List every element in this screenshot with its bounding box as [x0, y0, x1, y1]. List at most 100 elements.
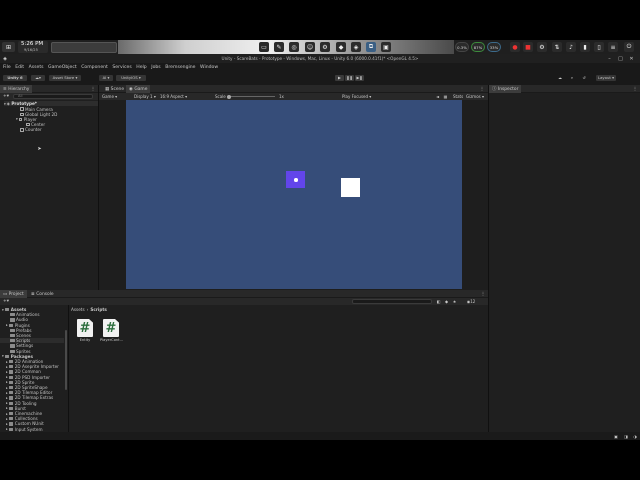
taskbar-wallpaper-strip	[118, 40, 454, 54]
package-row[interactable]: ▸ Input System	[6, 427, 43, 432]
breadcrumb-assets[interactable]: Assets	[71, 307, 85, 312]
memory-badge[interactable]: 87%	[471, 42, 485, 52]
hierarchy-item[interactable]: Counter	[20, 127, 42, 132]
status-icon[interactable]: ◨	[623, 433, 629, 439]
folder-icon	[10, 334, 15, 338]
step-button[interactable]: ▶❚	[355, 75, 364, 81]
menu-services[interactable]: Services	[112, 65, 131, 71]
aspect-dropdown[interactable]: 16:9 Aspect ▾	[160, 94, 187, 99]
menu-gameobject[interactable]: GameObject	[48, 65, 77, 71]
play-focused-dropdown[interactable]: Play Focused ▾	[342, 94, 371, 99]
menu-edit[interactable]: Edit	[15, 65, 24, 71]
menu-help[interactable]: Help	[136, 65, 146, 71]
tab-console[interactable]: ≣ Console	[28, 290, 57, 298]
gameobject-icon	[20, 128, 24, 132]
console-icon: ≣	[31, 291, 35, 297]
status-icon[interactable]: ▣	[613, 433, 619, 439]
breadcrumb: Assets › Scripts	[69, 305, 488, 313]
hierarchy-search-input[interactable]: All	[13, 94, 93, 99]
tab-game[interactable]: ◉ Game	[126, 85, 151, 93]
battery-icon[interactable]: ▮	[580, 42, 590, 52]
tab-project[interactable]: ▭ Project	[0, 290, 27, 298]
notification-icon[interactable]: ▯	[594, 42, 604, 52]
gameobject-icon	[20, 107, 24, 111]
shortcut-icon[interactable]: ▦	[443, 94, 448, 99]
menu-file[interactable]: File	[3, 65, 11, 71]
stats-button[interactable]: Stats	[453, 94, 463, 99]
scale-slider-track[interactable]	[227, 96, 275, 97]
browser-icon[interactable]: ◎	[289, 42, 299, 52]
script-asset[interactable]: # PlayerCont...	[100, 319, 123, 345]
maximize-icon[interactable]: □	[617, 55, 624, 62]
volume-icon[interactable]: ♪	[566, 42, 576, 52]
pause-button[interactable]: ❚❚	[345, 75, 354, 81]
scene-root-row[interactable]: ▾ ◈ Prototype*	[4, 101, 98, 107]
stop-record-icon[interactable]: ■	[523, 42, 533, 52]
kebab-menu-icon[interactable]: ⋮	[480, 291, 486, 297]
ai-button[interactable]: AI ▾	[99, 75, 113, 81]
filter-label-icon[interactable]: ◆	[444, 299, 449, 304]
tree-scrollbar[interactable]	[65, 330, 67, 390]
unity-hub-icon[interactable]: ◆	[336, 42, 346, 52]
menu-bremsengine[interactable]: Bremsengine	[165, 65, 195, 71]
editor-icon[interactable]: ⧉	[366, 42, 376, 52]
settings-icon[interactable]: ⚙	[537, 42, 547, 52]
account-button[interactable]: Unity 6	[3, 75, 27, 81]
gameobject-icon	[18, 117, 23, 122]
favorite-icon[interactable]: ★	[452, 299, 457, 304]
asset-store-button[interactable]: Asset Store ▾	[49, 75, 81, 81]
menu-icon[interactable]: ≡	[608, 42, 618, 52]
add-icon[interactable]: +▾	[2, 94, 10, 99]
tab-inspector[interactable]: ⓘ Inspector	[489, 85, 522, 93]
folder-icon: ▭	[3, 291, 8, 297]
disk-badge[interactable]: 33%	[487, 42, 501, 52]
scene-icon: ▦	[105, 86, 110, 92]
platform-button[interactable]: UnityIOS ▾	[116, 75, 146, 81]
record-icon[interactable]: ●	[510, 42, 520, 52]
menu-jobs[interactable]: Jobs	[151, 65, 160, 71]
terminal-icon[interactable]: ▣	[381, 42, 391, 52]
collab-icon[interactable]: ☁	[556, 75, 564, 81]
power-icon[interactable]: ⏻	[624, 42, 634, 52]
visibility-icon[interactable]: ◉12	[466, 299, 476, 304]
pen-icon[interactable]: ✎	[274, 42, 284, 52]
tab-hierarchy[interactable]: ≡ Hierarchy	[0, 85, 33, 93]
kebab-menu-icon[interactable]: ⋮	[90, 86, 96, 92]
unity-icon[interactable]: ◈	[351, 42, 361, 52]
scale-slider-handle[interactable]	[227, 94, 231, 99]
undo-history-icon[interactable]: ↺	[580, 75, 588, 81]
cpu-badge[interactable]: 0.3%	[455, 42, 469, 52]
folder-icon[interactable]: ▭	[259, 42, 269, 52]
taskbar-search-box[interactable]	[51, 41, 117, 53]
steam-icon[interactable]: ⚙	[320, 42, 330, 52]
counter-sprite	[341, 178, 360, 197]
game-viewport[interactable]	[126, 100, 462, 289]
status-icon[interactable]: ◑	[632, 433, 638, 439]
breadcrumb-scripts[interactable]: Scripts	[90, 307, 107, 312]
kebab-menu-icon[interactable]: ⋮	[632, 86, 638, 92]
minimize-icon[interactable]: –	[606, 55, 613, 62]
menu-window[interactable]: Window	[200, 65, 218, 71]
clock-widget[interactable]: 5:26 PM 9/16/25	[18, 41, 48, 53]
project-search-input[interactable]	[352, 299, 432, 304]
cloud-icon[interactable]: ☁▾	[31, 75, 45, 81]
layout-dropdown[interactable]: Layout ▾	[596, 75, 616, 81]
filter-type-icon[interactable]: ◧	[436, 299, 441, 304]
gizmos-dropdown[interactable]: Gizmos ▾	[466, 94, 484, 99]
add-icon[interactable]: +▾	[2, 299, 10, 304]
tab-scene[interactable]: ▦ Scene	[102, 85, 127, 93]
mute-audio-icon[interactable]: ◄	[435, 94, 440, 99]
menu-component[interactable]: Component	[81, 65, 108, 71]
search-icon[interactable]: ⌕	[568, 75, 576, 81]
script-asset[interactable]: # Entity	[76, 319, 94, 345]
menu-assets[interactable]: Assets	[29, 65, 44, 71]
network-icon[interactable]: ⇅	[552, 42, 562, 52]
discord-icon[interactable]: ☺	[305, 42, 315, 52]
kebab-menu-icon[interactable]: ⋮	[479, 86, 485, 92]
display-dropdown[interactable]: Display 1 ▾	[134, 94, 156, 99]
close-icon[interactable]: ✕	[628, 55, 635, 62]
app-grid-icon[interactable]: ⊞	[2, 42, 15, 52]
game-mode-dropdown[interactable]: Game ▾	[102, 94, 117, 99]
inspector-header: ⓘ Inspector ⋮	[489, 85, 640, 93]
play-button[interactable]: ▶	[335, 75, 344, 81]
